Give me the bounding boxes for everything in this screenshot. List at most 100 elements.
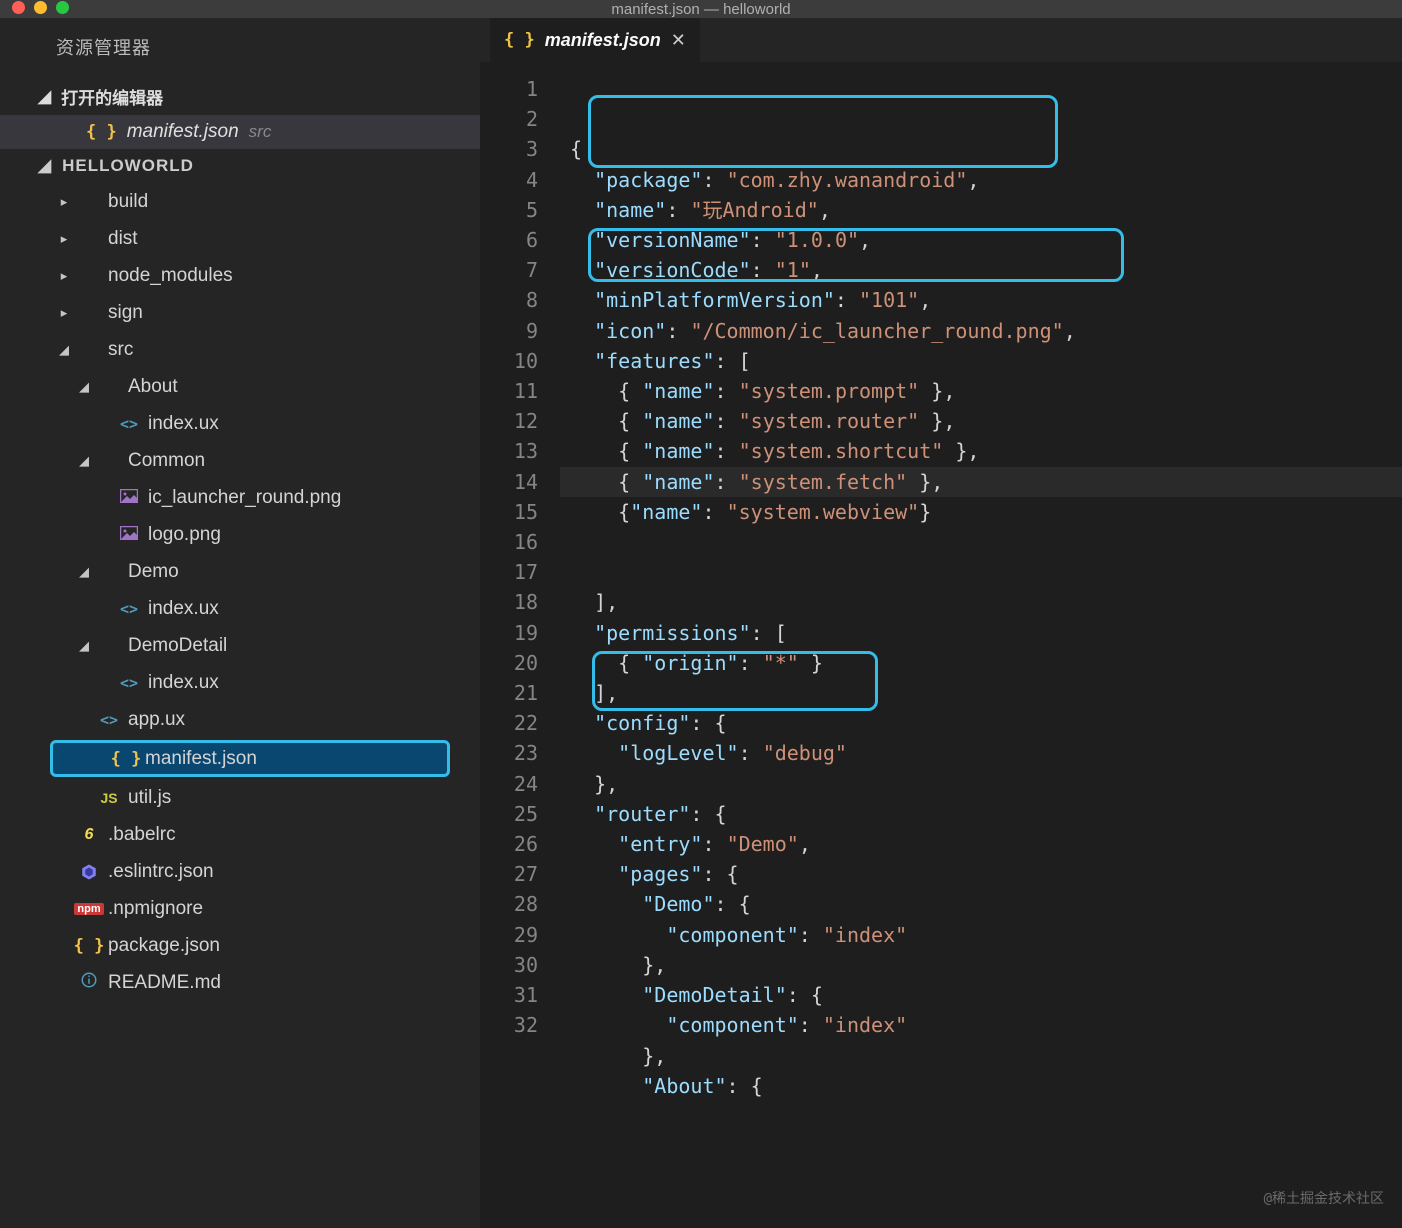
- code-line[interactable]: "permissions": [: [570, 618, 1402, 648]
- code-line[interactable]: { "name": "system.shortcut" },: [570, 436, 1402, 466]
- line-number: 14: [480, 467, 538, 497]
- image-file-icon: [120, 487, 138, 509]
- tree-file[interactable]: <>index.ux: [0, 590, 480, 627]
- minimize-window-button[interactable]: [34, 1, 47, 14]
- tree-folder[interactable]: ▸node_modules: [0, 257, 480, 294]
- code-line[interactable]: "entry": "Demo",: [570, 829, 1402, 859]
- file-tree: ▸build▸dist▸node_modules▸sign◢src◢About<…: [0, 183, 480, 1228]
- code-line[interactable]: },: [570, 950, 1402, 980]
- line-number: 10: [480, 346, 538, 376]
- code-line[interactable]: "DemoDetail": {: [570, 980, 1402, 1010]
- tree-folder[interactable]: ▸ sign: [0, 294, 480, 331]
- code-line[interactable]: "logLevel": "debug": [570, 738, 1402, 768]
- tree-file[interactable]: <>app.ux: [0, 701, 480, 738]
- tree-file[interactable]: { }package.json: [0, 927, 480, 964]
- code-line[interactable]: "versionName": "1.0.0",: [570, 225, 1402, 255]
- explorer-sidebar: 资源管理器 ◢ 打开的编辑器 { } manifest.json src ◢ H…: [0, 18, 480, 1228]
- chevron-right-icon: ▸: [58, 231, 70, 247]
- tree-file[interactable]: JSutil.js: [0, 779, 480, 816]
- tree-folder[interactable]: ▸dist: [0, 220, 480, 257]
- tree-folder[interactable]: ◢src: [0, 331, 480, 368]
- tree-file[interactable]: .eslintrc.json: [0, 853, 480, 890]
- code-file-icon: <>: [120, 674, 138, 692]
- window-title: manifest.json — helloworld: [611, 1, 790, 18]
- tree-file[interactable]: { }manifest.json: [50, 740, 450, 777]
- tree-item-label: README.md: [108, 972, 221, 994]
- code-line[interactable]: "component": "index": [570, 1010, 1402, 1040]
- code-line[interactable]: {: [570, 134, 1402, 164]
- code-line[interactable]: "features": [: [570, 346, 1402, 376]
- tree-folder[interactable]: ◢DemoDetail: [0, 627, 480, 664]
- code-line[interactable]: "config": {: [570, 708, 1402, 738]
- chevron-down-icon: ◢: [78, 564, 90, 580]
- tree-file[interactable]: ic_launcher_round.png: [0, 479, 480, 516]
- code-line[interactable]: "icon": "/Common/ic_launcher_round.png",: [570, 316, 1402, 346]
- tree-item-label: util.js: [128, 787, 171, 809]
- code-editor[interactable]: 1234567891011121314151617181920212223242…: [480, 62, 1402, 1228]
- code-line[interactable]: ],: [570, 587, 1402, 617]
- chevron-right-icon: ▸: [58, 305, 70, 321]
- code-line[interactable]: { "name": "system.router" },: [570, 406, 1402, 436]
- line-number: 26: [480, 829, 538, 859]
- image-file-icon: [120, 524, 138, 546]
- window-controls: [12, 1, 69, 14]
- tree-file[interactable]: npm.npmignore: [0, 890, 480, 927]
- editor-area: { } manifest.json ✕ 12345678910111213141…: [480, 18, 1402, 1228]
- tree-file[interactable]: README.md: [0, 964, 480, 1001]
- code-file-icon: <>: [120, 600, 138, 618]
- code-line[interactable]: { "name": "system.fetch" },: [570, 467, 1402, 497]
- project-name: HELLOWORLD: [62, 156, 194, 176]
- tree-folder[interactable]: ◢Common: [0, 442, 480, 479]
- json-icon: { }: [86, 122, 117, 142]
- code-line[interactable]: {"name": "system.webview"}: [570, 497, 1402, 527]
- code-line[interactable]: { "name": "system.prompt" },: [570, 376, 1402, 406]
- tree-item-label: node_modules: [108, 265, 233, 287]
- code-line[interactable]: [570, 527, 1402, 557]
- project-header[interactable]: ◢ HELLOWORLD: [0, 149, 480, 183]
- line-number: 31: [480, 980, 538, 1010]
- tree-item-label: app.ux: [128, 709, 185, 731]
- tree-file[interactable]: 6.babelrc: [0, 816, 480, 853]
- open-editor-path: src: [249, 122, 272, 142]
- code-line[interactable]: ],: [570, 678, 1402, 708]
- code-line[interactable]: "versionCode": "1",: [570, 255, 1402, 285]
- code-line[interactable]: "package": "com.zhy.wanandroid",: [570, 165, 1402, 195]
- open-editors-header[interactable]: ◢ 打开的编辑器: [0, 78, 480, 115]
- code-line[interactable]: "Demo": {: [570, 889, 1402, 919]
- chevron-right-icon: ▸: [58, 194, 70, 210]
- line-gutter: 1234567891011121314151617181920212223242…: [480, 62, 560, 1228]
- tree-folder[interactable]: ◢Demo: [0, 553, 480, 590]
- json-icon: { }: [504, 30, 535, 50]
- tree-item-label: sign: [108, 302, 143, 324]
- maximize-window-button[interactable]: [56, 1, 69, 14]
- tree-item-label: logo.png: [148, 524, 221, 546]
- code-line[interactable]: },: [570, 1041, 1402, 1071]
- tree-item-label: .npmignore: [108, 898, 203, 920]
- tree-folder[interactable]: ▸build: [0, 183, 480, 220]
- tree-folder[interactable]: ◢About: [0, 368, 480, 405]
- tree-item-label: .babelrc: [108, 824, 176, 846]
- code-line[interactable]: },: [570, 769, 1402, 799]
- code-line[interactable]: "router": {: [570, 799, 1402, 829]
- tree-file[interactable]: <>index.ux: [0, 664, 480, 701]
- code-line[interactable]: "pages": {: [570, 859, 1402, 889]
- tab-manifest-json[interactable]: { } manifest.json ✕: [490, 18, 701, 62]
- open-editor-item[interactable]: { } manifest.json src: [0, 115, 480, 149]
- tree-item-label: .eslintrc.json: [108, 861, 214, 883]
- tree-file[interactable]: <>index.ux: [0, 405, 480, 442]
- tree-file[interactable]: logo.png: [0, 516, 480, 553]
- close-window-button[interactable]: [12, 1, 25, 14]
- code-line[interactable]: "component": "index": [570, 920, 1402, 950]
- code-line[interactable]: "About": {: [570, 1071, 1402, 1101]
- code-line[interactable]: [570, 557, 1402, 587]
- code-line[interactable]: { "origin": "*" }: [570, 648, 1402, 678]
- close-tab-icon[interactable]: ✕: [671, 30, 686, 51]
- code-content[interactable]: { "package": "com.zhy.wanandroid", "name…: [560, 62, 1402, 1228]
- open-editor-filename: manifest.json: [127, 121, 239, 143]
- code-line[interactable]: "minPlatformVersion": "101",: [570, 285, 1402, 315]
- line-number: 20: [480, 648, 538, 678]
- code-line[interactable]: "name": "玩Android",: [570, 195, 1402, 225]
- tree-item-label: manifest.json: [145, 748, 257, 770]
- tree-item-label: package.json: [108, 935, 220, 957]
- tree-item-label: ic_launcher_round.png: [148, 487, 341, 509]
